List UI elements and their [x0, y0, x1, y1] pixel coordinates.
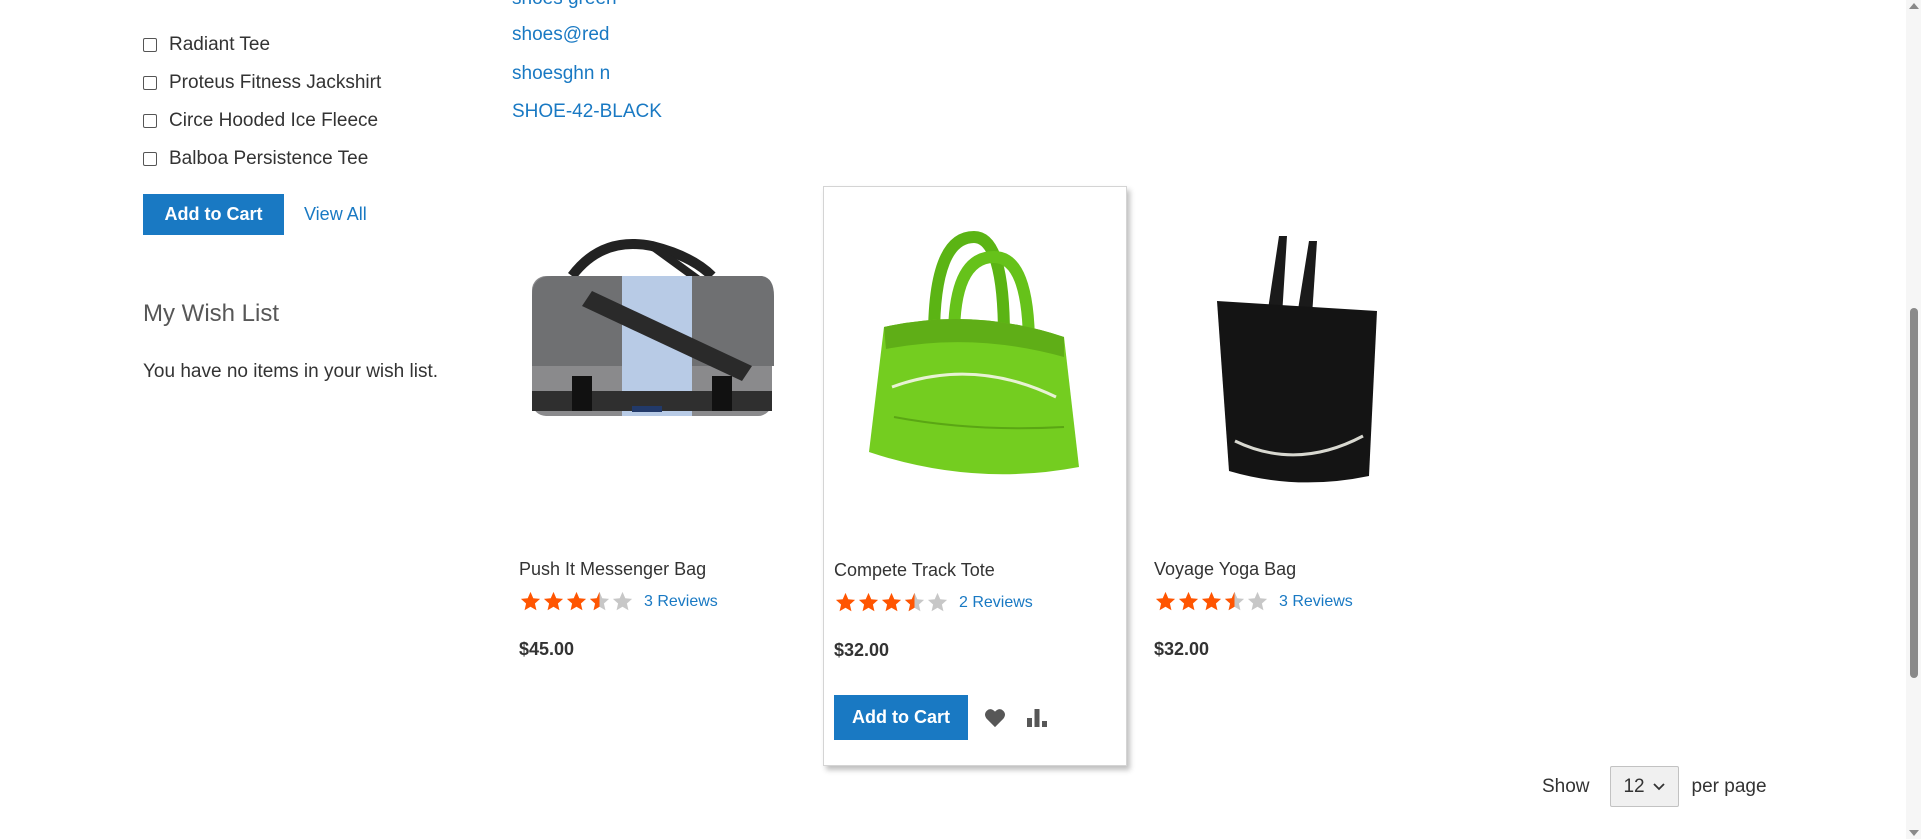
star-full-icon	[566, 591, 587, 611]
product-image-gray-messenger-bag[interactable]	[512, 216, 816, 516]
compare-item-checkbox[interactable]	[143, 38, 157, 52]
chevron-down-icon	[1652, 782, 1665, 790]
compare-item-checkbox[interactable]	[143, 76, 157, 90]
page-scrollbar[interactable]	[1906, 0, 1921, 839]
product-price: $32.00	[834, 640, 890, 660]
product-price: $45.00	[519, 639, 575, 659]
rating-stars	[519, 590, 634, 613]
rating-stars	[834, 591, 949, 614]
rating-stars	[1154, 590, 1269, 613]
star-full-icon	[881, 592, 902, 612]
wishlist-title: My Wish List	[143, 300, 280, 327]
reviews-link[interactable]: 3 Reviews	[644, 593, 718, 611]
product-card: Voyage Yoga Bag 3 Reviews $32.00	[1147, 186, 1451, 766]
compare-actions: Add to Cart View All	[143, 194, 367, 235]
star-full-icon	[858, 592, 879, 612]
compare-item[interactable]: Proteus Fitness Jackshirt	[143, 64, 381, 102]
limiter-select[interactable]: 12	[1609, 766, 1679, 807]
limiter-per-page-label: per page	[1691, 775, 1767, 797]
product-actions: Add to Cart	[834, 695, 1052, 740]
star-full-icon	[520, 591, 541, 611]
top-link[interactable]: SHOE-42-BLACK	[512, 101, 662, 123]
compare-item[interactable]: Radiant Tee	[143, 26, 381, 64]
product-rating: 2 Reviews	[834, 591, 1033, 614]
product-rating: 3 Reviews	[519, 590, 718, 613]
star-full-icon	[543, 591, 564, 611]
compare-products-list: Radiant Tee Proteus Fitness Jackshirt Ci…	[143, 26, 381, 178]
view-all-link[interactable]: View All	[304, 204, 367, 225]
wishlist-empty-message: You have no items in your wish list.	[143, 361, 439, 382]
reviews-link[interactable]: 3 Reviews	[1279, 593, 1353, 611]
product-name-link[interactable]: Compete Track Tote	[834, 560, 995, 581]
star-full-icon	[1178, 591, 1199, 611]
star-empty-icon	[612, 591, 633, 611]
add-to-cart-button[interactable]: Add to Cart	[834, 695, 968, 740]
star-half-icon	[589, 591, 610, 611]
product-card: Push It Messenger Bag 3 Reviews $45.00	[512, 186, 816, 766]
star-full-icon	[1201, 591, 1222, 611]
compare-item-label: Radiant Tee	[169, 34, 271, 55]
product-name-link[interactable]: Push It Messenger Bag	[519, 559, 706, 580]
scroll-down-arrow-icon[interactable]	[1909, 830, 1919, 836]
limiter-show-label: Show	[1542, 775, 1590, 797]
star-half-icon	[904, 592, 925, 612]
compare-item-label: Proteus Fitness Jackshirt	[169, 72, 382, 93]
add-to-wishlist-button[interactable]	[980, 703, 1010, 733]
compare-item[interactable]: Balboa Persistence Tee	[143, 140, 381, 178]
bar-chart-icon	[1027, 708, 1047, 727]
heart-icon	[985, 708, 1005, 727]
compare-item-checkbox[interactable]	[143, 114, 157, 128]
scroll-thumb[interactable]	[1910, 308, 1918, 678]
product-image-black-yoga-bag[interactable]	[1147, 216, 1451, 516]
product-name-link[interactable]: Voyage Yoga Bag	[1154, 559, 1296, 580]
reviews-link[interactable]: 2 Reviews	[959, 594, 1033, 612]
star-full-icon	[1155, 591, 1176, 611]
product-price: $32.00	[1154, 639, 1210, 659]
compare-item-checkbox[interactable]	[143, 152, 157, 166]
top-link[interactable]: shoes@red	[512, 24, 609, 46]
compare-item-label: Balboa Persistence Tee	[169, 148, 369, 169]
product-rating: 3 Reviews	[1154, 590, 1353, 613]
product-card-hovered: Compete Track Tote 2 Reviews $32.00 Add …	[823, 186, 1127, 766]
star-empty-icon	[927, 592, 948, 612]
product-image-green-tote-bag[interactable]	[824, 217, 1128, 517]
star-half-icon	[1224, 591, 1245, 611]
toolbar-limiter: Show 12 per page	[1542, 766, 1767, 807]
compare-item[interactable]: Circe Hooded Ice Fleece	[143, 102, 381, 140]
sidebar-add-to-cart-button[interactable]: Add to Cart	[143, 194, 284, 235]
add-to-compare-button[interactable]	[1022, 703, 1052, 733]
top-link[interactable]: shoesghn n	[512, 63, 610, 85]
star-empty-icon	[1247, 591, 1268, 611]
limiter-value: 12	[1623, 775, 1645, 797]
star-full-icon	[835, 592, 856, 612]
compare-item-label: Circe Hooded Ice Fleece	[169, 110, 379, 131]
top-link[interactable]: shoes green	[512, 0, 617, 10]
scroll-up-arrow-icon[interactable]	[1909, 3, 1919, 9]
